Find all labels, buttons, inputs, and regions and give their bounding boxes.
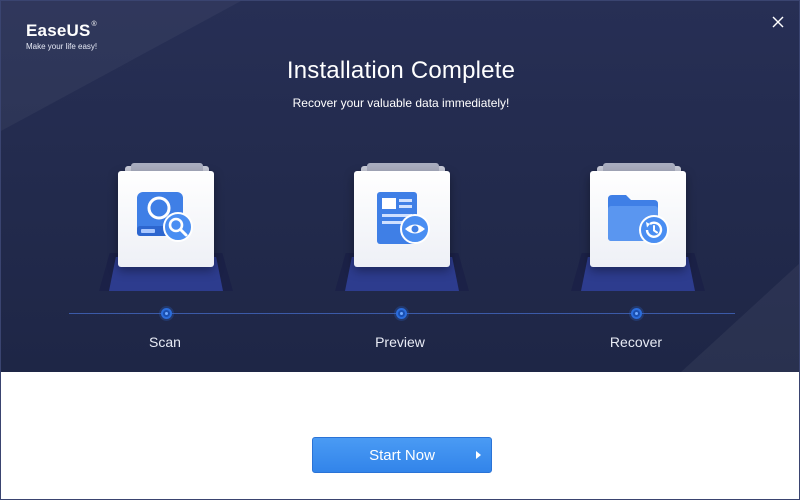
step-label-scan: Scan [149, 334, 181, 350]
timeline-dot-preview [396, 308, 407, 319]
step-label-recover: Recover [609, 334, 663, 350]
step-card-preview [354, 171, 450, 267]
hero-panel: EaseUS® Make your life easy! Installatio… [1, 1, 799, 372]
step-scan [91, 161, 241, 301]
step-preview [327, 161, 477, 301]
close-button[interactable] [769, 13, 787, 31]
step-recover [563, 161, 713, 301]
timeline-dot-scan [161, 308, 172, 319]
document-preview-icon [377, 192, 430, 244]
registered-mark: ® [91, 21, 97, 28]
caret-right-icon [476, 451, 481, 459]
step-card-recover [590, 171, 686, 267]
step-label-preview: Preview [375, 334, 425, 350]
installer-window: EaseUS® Make your life easy! Installatio… [0, 0, 800, 500]
folder-restore-icon [608, 195, 669, 245]
page-subtitle: Recover your valuable data immediately! [292, 96, 510, 110]
step-card-scan [118, 171, 214, 267]
brand-tagline: Make your life easy! [26, 42, 98, 51]
close-icon [772, 16, 784, 28]
page-title: Installation Complete [286, 57, 516, 84]
start-now-label: Start Now [369, 446, 435, 464]
timeline-dot-recover [631, 308, 642, 319]
disk-search-icon [137, 192, 193, 242]
brand-logo: EaseUS® Make your life easy! [26, 21, 97, 51]
brand-name: EaseUS [26, 21, 91, 40]
start-now-button[interactable]: Start Now [312, 437, 492, 473]
